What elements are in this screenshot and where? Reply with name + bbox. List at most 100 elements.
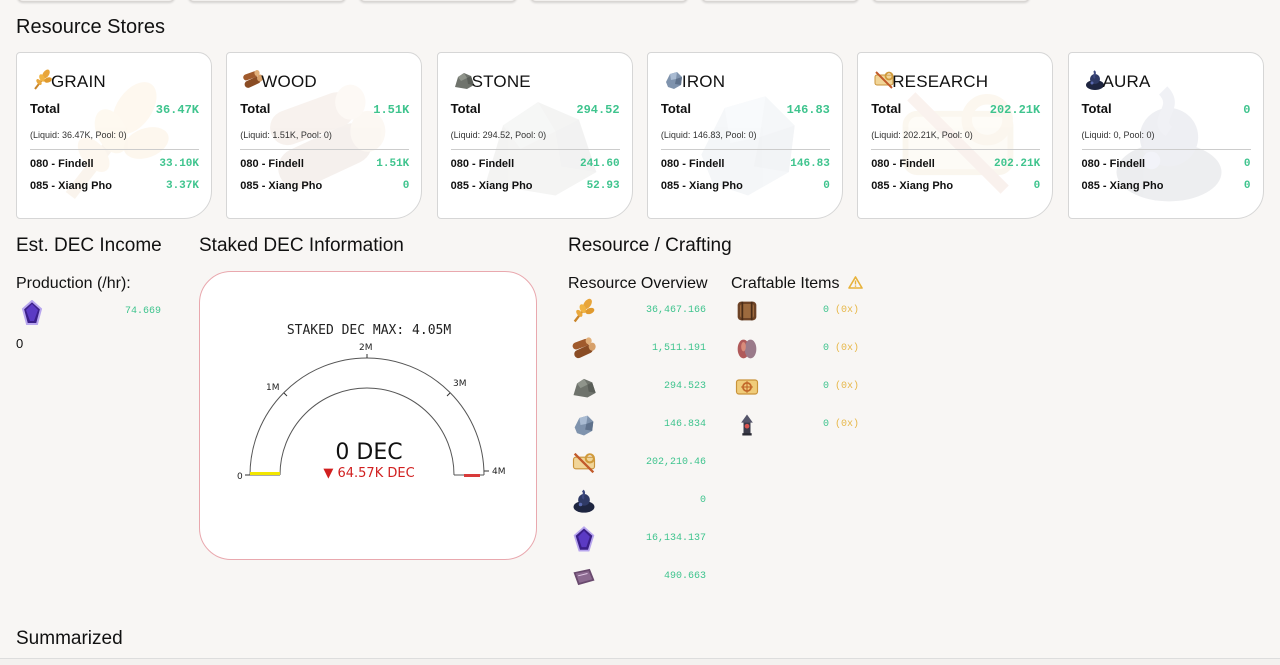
card-title: IRON — [681, 72, 726, 91]
card-total-label: Total — [450, 101, 481, 116]
craftable-item-value: 0 (0x) — [823, 419, 859, 430]
craftable-item-value: 0 (0x) — [823, 381, 859, 392]
gauge-low-marker — [250, 472, 280, 475]
top-tab-1[interactable] — [17, 0, 175, 2]
card-divider — [240, 149, 410, 150]
craftable-item-row[interactable]: 0 (0x) — [731, 335, 861, 365]
craftable-item-value: 0 (0x) — [823, 343, 859, 354]
resource-overview-row: 146.834 — [568, 411, 708, 441]
card-row-label: 085 - Xiang Pho — [1081, 180, 1164, 192]
income-secondary-value: 0 — [16, 336, 24, 351]
staked-dec-heading: Staked DEC Information — [199, 235, 404, 256]
card-total-label: Total — [1081, 101, 1112, 116]
resource-card-aura: AURA Total 0 (Liquid: 0, Pool: 0) 080 - … — [1067, 52, 1264, 219]
gauge-high-marker — [464, 474, 480, 477]
resource-stores-heading: Resource Stores — [16, 16, 165, 38]
card-liquid-pool: (Liquid: 36.47K, Pool: 0) — [30, 130, 127, 140]
craftable-count: 0 — [823, 381, 830, 392]
tick-3m: 3M — [453, 379, 467, 389]
craftable-items-label: Craftable Items — [731, 275, 840, 292]
card-row-label: 080 - Findell — [1081, 158, 1146, 170]
resource-overview-row: 36,467.166 — [568, 297, 708, 327]
resource-crafting-heading: Resource / Crafting — [568, 235, 732, 256]
craftable-item-row[interactable]: 0 (0x) — [731, 373, 861, 403]
resource-overview-value: 294.523 — [663, 381, 706, 392]
card-row-label: 080 - Findell — [30, 158, 94, 170]
iron-watermark-icon — [678, 73, 818, 213]
resource-card-research: RESEARCH Total 202.21K (Liquid: 202.21K,… — [857, 52, 1054, 219]
card-row-value: 0 — [1243, 158, 1251, 170]
gauge-max-label: STAKED DEC MAX: 4.05M — [287, 323, 452, 338]
card-row-label: 080 - Findell — [450, 158, 515, 170]
card-liquid-pool: (Liquid: 202.21K, Pool: 0) — [871, 130, 973, 140]
seeds-icon — [733, 335, 761, 363]
resource-card-iron: IRON Total 146.83 (Liquid: 146.83, Pool:… — [646, 52, 843, 219]
card-row-label: 080 - Findell — [660, 158, 725, 170]
card-total-label: Total — [871, 101, 902, 116]
craftable-count: 0 — [823, 419, 830, 430]
card-total-label: Total — [30, 101, 61, 116]
staked-dec-gauge-card: STAKED DEC MAX: 4.05M 0 1M 2M 3M 4M 0 DE… — [199, 271, 537, 560]
resource-overview-value: 146.834 — [663, 419, 706, 430]
staked-dec-gauge: STAKED DEC MAX: 4.05M 0 1M 2M 3M 4M 0 DE… — [237, 323, 506, 482]
craftable-item-value: 0 (0x) — [823, 305, 859, 316]
resource-overview-value: 36,467.166 — [645, 305, 706, 316]
card-row-value: 3.37K — [165, 180, 199, 192]
card-row-value: 0 — [1243, 180, 1251, 192]
chest-icon — [733, 297, 761, 325]
resource-card-stone: STONE Total 294.52 (Liquid: 294.52, Pool… — [436, 52, 633, 219]
research-watermark-icon — [888, 73, 1028, 213]
card-total-value: 0 — [1243, 103, 1251, 117]
card-liquid-pool: (Liquid: 1.51K, Pool: 0) — [240, 130, 332, 140]
card-total-value: 202.21K — [989, 103, 1041, 117]
card-divider — [30, 149, 199, 150]
stone-icon — [570, 373, 598, 401]
card-title: RESEARCH — [892, 72, 989, 91]
top-tab-5[interactable] — [701, 0, 859, 2]
resource-overview-row: 294.523 — [568, 373, 708, 403]
iron-icon — [570, 411, 598, 439]
grain-watermark-icon — [47, 73, 187, 213]
card-row-label: 080 - Findell — [240, 158, 304, 170]
card-row-value: 0 — [823, 180, 830, 192]
card-total-label: Total — [660, 101, 691, 116]
stone-watermark-icon — [468, 73, 608, 213]
craftable-items-title: Craftable Items — [731, 275, 863, 293]
craftable-item-row[interactable]: 0 (0x) — [731, 411, 861, 441]
top-tab-3[interactable] — [359, 0, 517, 2]
gauge-delta-label: ▼ 64.57K DEC — [323, 466, 414, 481]
aura-icon — [570, 487, 598, 515]
top-tab-4[interactable] — [530, 0, 688, 2]
card-row-label: 085 - Xiang Pho — [450, 180, 533, 192]
resource-overview-row: 0 — [568, 487, 708, 517]
resource-overview-value: 490.663 — [663, 571, 706, 582]
card-divider — [871, 149, 1041, 150]
wood-icon — [570, 335, 598, 363]
resource-overview-row: 16,134.137 — [568, 525, 708, 555]
craftable-multiplier: (0x) — [835, 305, 860, 316]
card-liquid-pool: (Liquid: 0, Pool: 0) — [1081, 130, 1155, 140]
totem-icon — [733, 411, 761, 439]
production-value: 74.669 — [125, 306, 162, 317]
grain-icon — [570, 297, 598, 325]
craftable-count: 0 — [823, 305, 830, 316]
resource-overview-value: 16,134.137 — [645, 533, 706, 544]
card-title: GRAIN — [51, 72, 106, 91]
card-row-label: 085 - Xiang Pho — [240, 180, 323, 192]
resource-overview-value: 202,210.46 — [645, 457, 706, 468]
wood-watermark-icon — [257, 73, 397, 213]
warning-icon[interactable] — [848, 276, 863, 289]
resource-overview-row: 202,210.46 — [568, 449, 708, 479]
top-tab-2[interactable] — [188, 0, 346, 2]
craftable-item-row[interactable]: 0 (0x) — [731, 297, 861, 327]
card-divider — [1081, 149, 1251, 150]
card-title: STONE — [471, 72, 531, 91]
tick-1m: 1M — [266, 383, 280, 393]
craftable-multiplier: (0x) — [835, 419, 860, 430]
est-dec-income-heading: Est. DEC Income — [16, 235, 162, 256]
top-tab-6[interactable] — [872, 0, 1030, 2]
card-divider — [660, 149, 830, 150]
resource-overview-value: 1,511.191 — [651, 343, 706, 354]
resource-overview-row: 1,511.191 — [568, 335, 708, 365]
card-row-value: 241.60 — [579, 158, 620, 170]
